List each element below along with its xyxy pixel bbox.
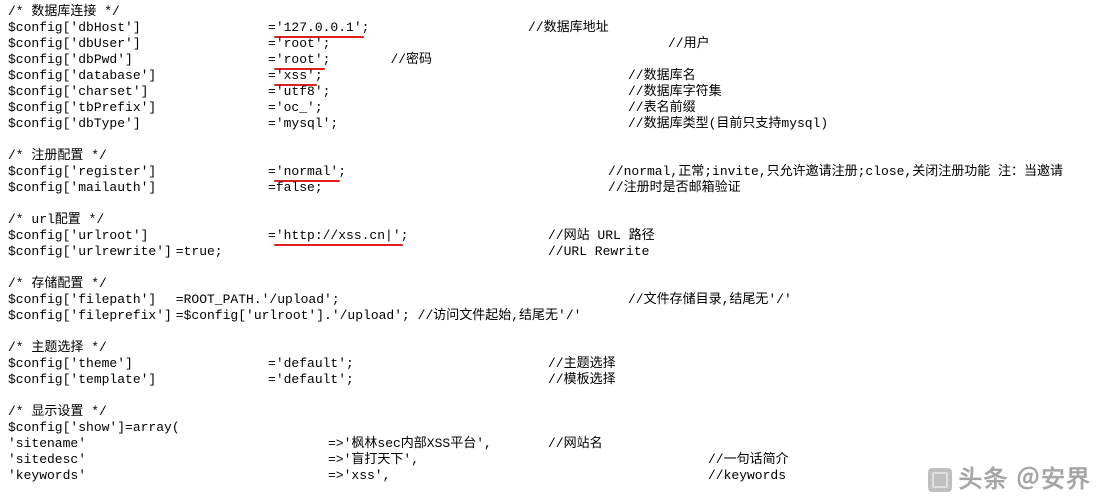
code-line: $config['dbHost']='127.0.0.1'; //数据库地址 — [8, 20, 1093, 36]
section-store-title: /* 存储配置 */ — [8, 276, 1093, 292]
config-value: ='utf8'; — [268, 84, 330, 99]
inline-comment: //keywords — [708, 468, 786, 484]
code-line: $config['urlroot']='http://xss.cn|'; //网站… — [8, 228, 1093, 244]
config-value: ='http://xss.cn|'; — [268, 228, 408, 243]
code-line: $config['template']='default'; //模板选择 — [8, 372, 1093, 388]
array-value: =>'xss', — [328, 468, 390, 483]
inline-comment: //数据库名 — [628, 68, 696, 84]
section-db-title: /* 数据库连接 */ — [8, 4, 1093, 20]
config-value: =ROOT_PATH.'/upload'; — [168, 292, 340, 307]
inline-comment: //数据库字符集 — [628, 84, 722, 100]
code-line: $config['dbPwd']='root'; //密码 — [8, 52, 1093, 68]
config-key: $config['theme'] — [8, 356, 268, 372]
inline-comment: //一句话简介 — [708, 452, 789, 468]
section-show-title: /* 显示设置 */ — [8, 404, 1093, 420]
inline-comment: //模板选择 — [548, 372, 616, 388]
config-value: ='mysql'; — [268, 116, 338, 131]
inline-comment: //密码 — [390, 52, 432, 67]
array-key: 'keywords' — [8, 468, 328, 484]
inline-comment: //注册时是否邮箱验证 — [608, 180, 741, 196]
inline-comment: //用户 — [668, 36, 710, 52]
config-value: ='root'; — [268, 52, 330, 67]
code-line: $config['fileprefix'] =$config['urlroot'… — [8, 308, 1093, 324]
config-key: $config['dbUser'] — [8, 36, 268, 52]
code-line: $config['dbUser']='root'; //用户 — [8, 36, 1093, 52]
config-key: $config['filepath'] — [8, 292, 168, 308]
code-line: $config['filepath'] =ROOT_PATH.'/upload'… — [8, 292, 1093, 308]
code-line: 'sitename'=>'枫林sec内部XSS平台', //网站名 — [8, 436, 1093, 452]
inline-comment: //网站名 — [548, 436, 603, 452]
config-key: $config['register'] — [8, 164, 268, 180]
config-key: $config['template'] — [8, 372, 268, 388]
config-key: $config['dbPwd'] — [8, 52, 268, 68]
config-key: $config['fileprefix'] — [8, 308, 168, 324]
config-key: $config['charset'] — [8, 84, 268, 100]
config-key: $config['tbPrefix'] — [8, 100, 268, 116]
section-theme-title: /* 主题选择 */ — [8, 340, 1093, 356]
config-key: $config['mailauth'] — [8, 180, 268, 196]
array-key: 'sitename' — [8, 436, 328, 452]
code-line: $config['dbType']='mysql'; //数据库类型(目前只支持m… — [8, 116, 1093, 132]
config-value: ='default'; — [268, 372, 354, 387]
array-key: 'sitedesc' — [8, 452, 328, 468]
code-line: $config['mailauth']=false; //注册时是否邮箱验证 — [8, 180, 1093, 196]
config-value: =true; — [168, 244, 223, 259]
inline-comment: //主题选择 — [548, 356, 616, 372]
section-url-title: /* url配置 */ — [8, 212, 1093, 228]
array-value: =>'盲打天下', — [328, 452, 419, 467]
config-key: $config['dbHost'] — [8, 20, 268, 36]
config-value: ='normal'; — [268, 164, 346, 179]
section-reg-title: /* 注册配置 */ — [8, 148, 1093, 164]
code-line: $config['tbPrefix']='oc_'; //表名前缀 — [8, 100, 1093, 116]
logo-icon — [928, 468, 952, 492]
code-line: $config['register']='normal'; //normal,正常… — [8, 164, 1093, 180]
show-array-open: $config['show']=array( — [8, 420, 1093, 436]
watermark: 头条 ＠安界 — [928, 468, 1091, 492]
inline-comment: //网站 URL 路径 — [548, 228, 655, 244]
code-line: 'sitedesc'=>'盲打天下', //一句话简介 — [8, 452, 1093, 468]
inline-comment: //表名前缀 — [628, 100, 696, 116]
config-value: ='xss'; — [268, 68, 323, 83]
inline-comment: //URL Rewrite — [548, 244, 649, 260]
code-line: $config['urlrewrite'] =true; //URL Rewrit… — [8, 244, 1093, 260]
config-value: ='127.0.0.1'; — [268, 20, 369, 35]
config-value: ='root'; — [268, 36, 330, 51]
code-line: $config['theme']='default'; //主题选择 — [8, 356, 1093, 372]
config-key: $config['dbType'] — [8, 116, 268, 132]
config-value: =$config['urlroot'].'/upload'; //访问文件起始,… — [168, 308, 581, 323]
array-value: =>'枫林sec内部XSS平台', — [328, 436, 492, 451]
config-key: $config['database'] — [8, 68, 268, 84]
inline-comment: //数据库地址 — [528, 20, 609, 36]
config-value: =false; — [268, 180, 323, 195]
code-line: $config['charset']='utf8'; //数据库字符集 — [8, 84, 1093, 100]
code-line: $config['database']='xss'; //数据库名 — [8, 68, 1093, 84]
config-key: $config['urlrewrite'] — [8, 244, 168, 260]
config-value: ='oc_'; — [268, 100, 323, 115]
config-key: $config['urlroot'] — [8, 228, 268, 244]
inline-comment: //数据库类型(目前只支持mysql) — [628, 116, 828, 132]
inline-comment: //normal,正常;invite,只允许邀请注册;close,关闭注册功能 … — [608, 164, 1063, 180]
inline-comment: //文件存储目录,结尾无'/' — [628, 292, 792, 308]
config-value: ='default'; — [268, 356, 354, 371]
